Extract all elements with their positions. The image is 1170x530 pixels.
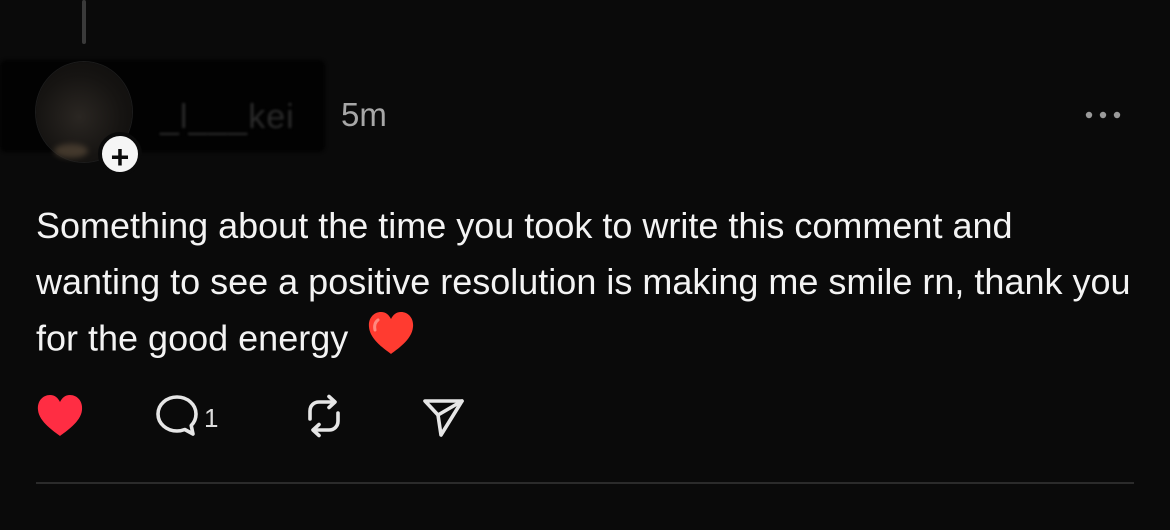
post-text: Something about the time you took to wri… xyxy=(36,198,1136,372)
like-button[interactable] xyxy=(36,392,84,444)
thread-post: + _l___kei 5m Something about the time y… xyxy=(0,0,1170,530)
repost-icon xyxy=(300,392,348,445)
section-divider xyxy=(36,482,1134,484)
more-options-icon[interactable] xyxy=(1083,103,1127,127)
comment-icon xyxy=(154,393,200,444)
share-button[interactable] xyxy=(420,392,466,444)
post-text-content: Something about the time you took to wri… xyxy=(36,205,1131,359)
post-timestamp: 5m xyxy=(341,96,387,133)
send-icon xyxy=(420,393,466,444)
follow-plus-icon[interactable]: + xyxy=(98,132,142,176)
username[interactable]: _l___kei xyxy=(160,98,295,137)
red-heart-emoji xyxy=(366,310,416,372)
reply-button[interactable]: 1 xyxy=(154,392,218,444)
heart-filled-icon xyxy=(36,394,84,443)
reply-count: 1 xyxy=(204,402,219,433)
repost-button[interactable] xyxy=(300,392,348,444)
